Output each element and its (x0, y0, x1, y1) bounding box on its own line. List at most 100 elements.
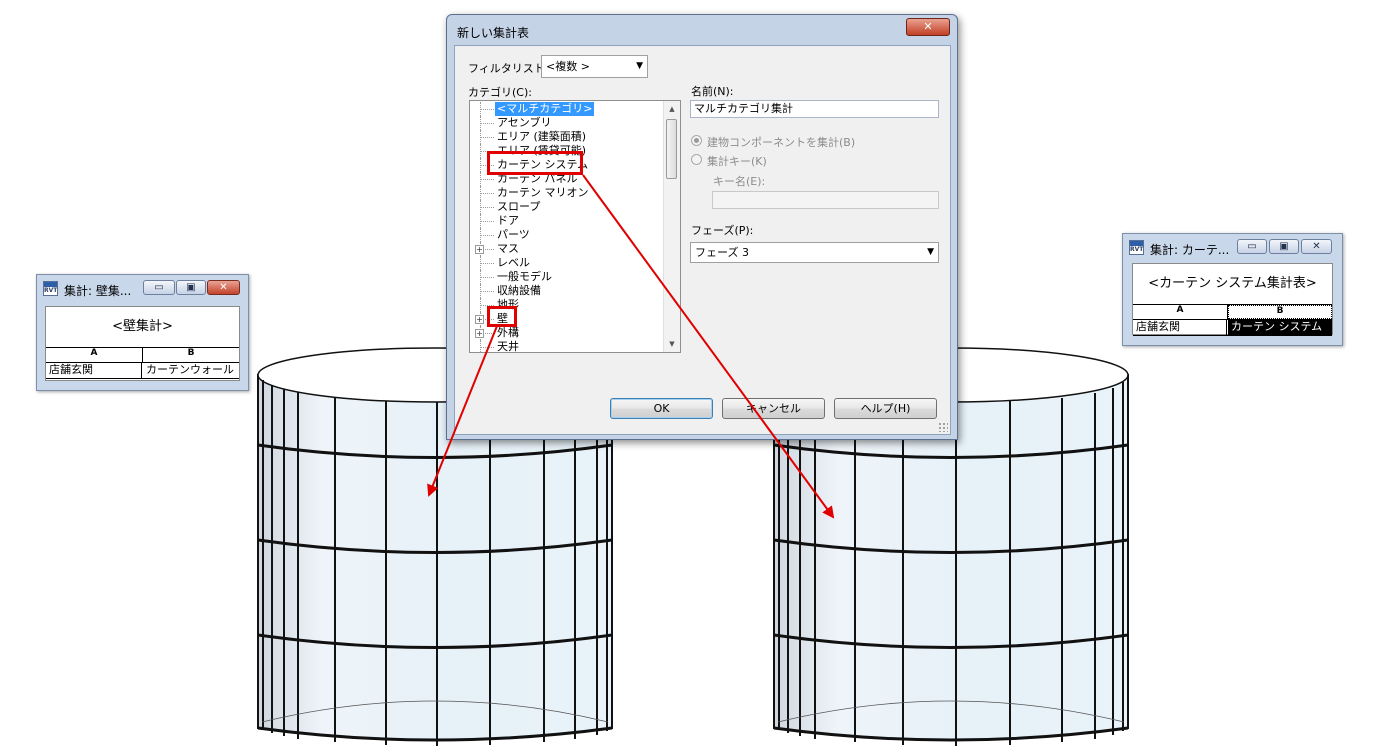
category-label: ドア (497, 214, 519, 227)
tree-line (480, 109, 494, 110)
scroll-down-icon[interactable]: ▼ (664, 336, 680, 352)
close-button[interactable]: ✕ (207, 280, 240, 295)
category-item[interactable]: + マス (470, 242, 664, 256)
category-item[interactable]: レベル (470, 256, 664, 270)
tree-line (480, 221, 494, 222)
category-label: 一般モデル (497, 270, 552, 283)
cancel-button[interactable]: キャンセル (722, 398, 825, 419)
expand-icon[interactable]: + (475, 245, 484, 254)
category-item[interactable]: 一般モデル (470, 270, 664, 284)
tree-line (480, 347, 494, 348)
category-item[interactable]: パーツ (470, 228, 664, 242)
scroll-up-icon[interactable]: ▲ (664, 101, 680, 117)
table-cell[interactable]: カーテンウォール (143, 363, 239, 378)
ok-button[interactable]: OK (610, 398, 713, 419)
restore-button[interactable]: ▣ (1269, 239, 1299, 254)
category-label: レベル (497, 256, 530, 269)
tree-line (480, 123, 494, 124)
column-header-a[interactable]: A (46, 348, 143, 362)
category-label: 収納設備 (497, 284, 541, 297)
schedule-table: <壁集計> A B 店舗玄関 カーテンウォール (45, 306, 240, 381)
category-item[interactable]: <マルチカテゴリ> (470, 102, 664, 116)
table-cell[interactable]: 店舗玄関 (46, 363, 142, 378)
category-item[interactable]: 天井 (470, 340, 664, 353)
dialog-title: 新しい集計表 (457, 26, 530, 40)
schedule-table: <カーテン システム集計表> A B 店舗玄関 カーテン システム (1132, 263, 1333, 336)
category-item[interactable]: エリア (建築面積) (470, 130, 664, 144)
phase-label: フェーズ(P): (691, 224, 754, 237)
phase-value: フェーズ 3 (695, 246, 749, 259)
filter-list-label: フィルタリスト: (468, 62, 549, 75)
category-label: パーツ (497, 228, 530, 241)
tree-line (480, 277, 494, 278)
highlight-wall (487, 306, 517, 327)
category-label: マス (497, 242, 519, 255)
building-components-radio[interactable] (691, 135, 702, 146)
expand-icon[interactable]: + (475, 329, 484, 338)
schedule-header: <カーテン システム集計表> (1133, 264, 1332, 305)
category-item[interactable]: アセンブリ (470, 116, 664, 130)
category-list-scrollbar[interactable]: ▲ ▼ (663, 101, 680, 352)
name-label: 名前(N): (691, 85, 734, 98)
minimize-button[interactable]: ▭ (143, 280, 175, 295)
column-header-b[interactable]: B (143, 348, 239, 362)
building-components-label: 建物コンポーネントを集計(B) (707, 136, 856, 149)
tree-line (480, 263, 494, 264)
key-name-label: キー名(E): (713, 175, 766, 188)
column-header-row: A B (1133, 305, 1332, 320)
tree-line (480, 235, 494, 236)
scroll-thumb[interactable] (666, 119, 677, 179)
category-label: スロープ (497, 200, 541, 213)
close-button[interactable]: ✕ (1301, 239, 1332, 254)
window-title: 集計: カーテ... (1150, 243, 1230, 257)
chevron-down-icon: ▼ (927, 247, 934, 257)
column-header-b[interactable]: B (1228, 305, 1332, 319)
close-button[interactable]: ✕ (906, 18, 950, 36)
help-button[interactable]: ヘルプ(H) (834, 398, 937, 419)
window-titlebar[interactable]: RVT 集計: カーテ... ▭ ▣ ✕ (1123, 234, 1342, 261)
highlight-curtain-system (487, 151, 583, 175)
category-item[interactable]: ドア (470, 214, 664, 228)
category-item[interactable]: + 外構 (470, 326, 664, 340)
column-header-row: A B (46, 348, 239, 363)
category-label: 外構 (497, 326, 519, 339)
expand-icon[interactable]: + (475, 315, 484, 324)
table-row: 店舗玄関 カーテン システム (1133, 320, 1332, 336)
tree-line (480, 179, 494, 180)
category-label: <マルチカテゴリ> (495, 102, 595, 116)
window-titlebar[interactable]: RVT 集計: 壁集... ▭ ▣ ✕ (37, 275, 248, 302)
category-label: カテゴリ(C): (468, 86, 532, 99)
category-item[interactable]: 収納設備 (470, 284, 664, 298)
phase-dropdown[interactable]: フェーズ 3 ▼ (690, 242, 939, 263)
restore-button[interactable]: ▣ (176, 280, 206, 295)
category-label: エリア (建築面積) (497, 130, 587, 143)
chevron-down-icon: ▼ (636, 61, 643, 71)
category-label: アセンブリ (497, 116, 552, 129)
column-header-a[interactable]: A (1133, 305, 1228, 319)
name-field[interactable]: マルチカテゴリ集計 (690, 100, 939, 118)
table-row: 店舗玄関 カーテンウォール (46, 363, 239, 379)
curtain-system-schedule-window[interactable]: RVT 集計: カーテ... ▭ ▣ ✕ <カーテン システム集計表> A B … (1122, 233, 1343, 346)
key-name-field[interactable] (712, 191, 939, 209)
new-schedule-dialog[interactable]: 新しい集計表 ✕ フィルタリスト: <複数 > ▼ カテゴリ(C): 天井 + 外構… (446, 14, 958, 440)
tree-line (480, 137, 494, 138)
wall-schedule-window[interactable]: RVT 集計: 壁集... ▭ ▣ ✕ <壁集計> A B 店舗玄関 カーテンウ… (36, 274, 249, 391)
schedule-keys-label: 集計キー(K) (707, 155, 767, 168)
tree-line (480, 207, 494, 208)
category-item[interactable]: スロープ (470, 200, 664, 214)
revit-file-icon: RVT (43, 281, 58, 296)
schedule-keys-radio[interactable] (691, 154, 702, 165)
tree-line (480, 193, 494, 194)
filter-list-dropdown[interactable]: <複数 > ▼ (541, 55, 648, 78)
table-cell[interactable]: 店舗玄関 (1133, 320, 1227, 335)
category-label: カーテン マリオン (497, 186, 589, 199)
resize-grip[interactable] (938, 422, 948, 432)
category-item[interactable]: カーテン マリオン (470, 186, 664, 200)
minimize-button[interactable]: ▭ (1237, 239, 1267, 254)
table-cell-selected[interactable]: カーテン システム (1228, 320, 1332, 335)
schedule-header: <壁集計> (46, 307, 239, 348)
filter-list-value: <複数 > (546, 60, 590, 73)
category-label: 天井 (497, 340, 519, 353)
dialog-client: フィルタリスト: <複数 > ▼ カテゴリ(C): 天井 + 外構 + 壁地形 収納設備一… (454, 45, 951, 435)
tree-line (480, 291, 494, 292)
